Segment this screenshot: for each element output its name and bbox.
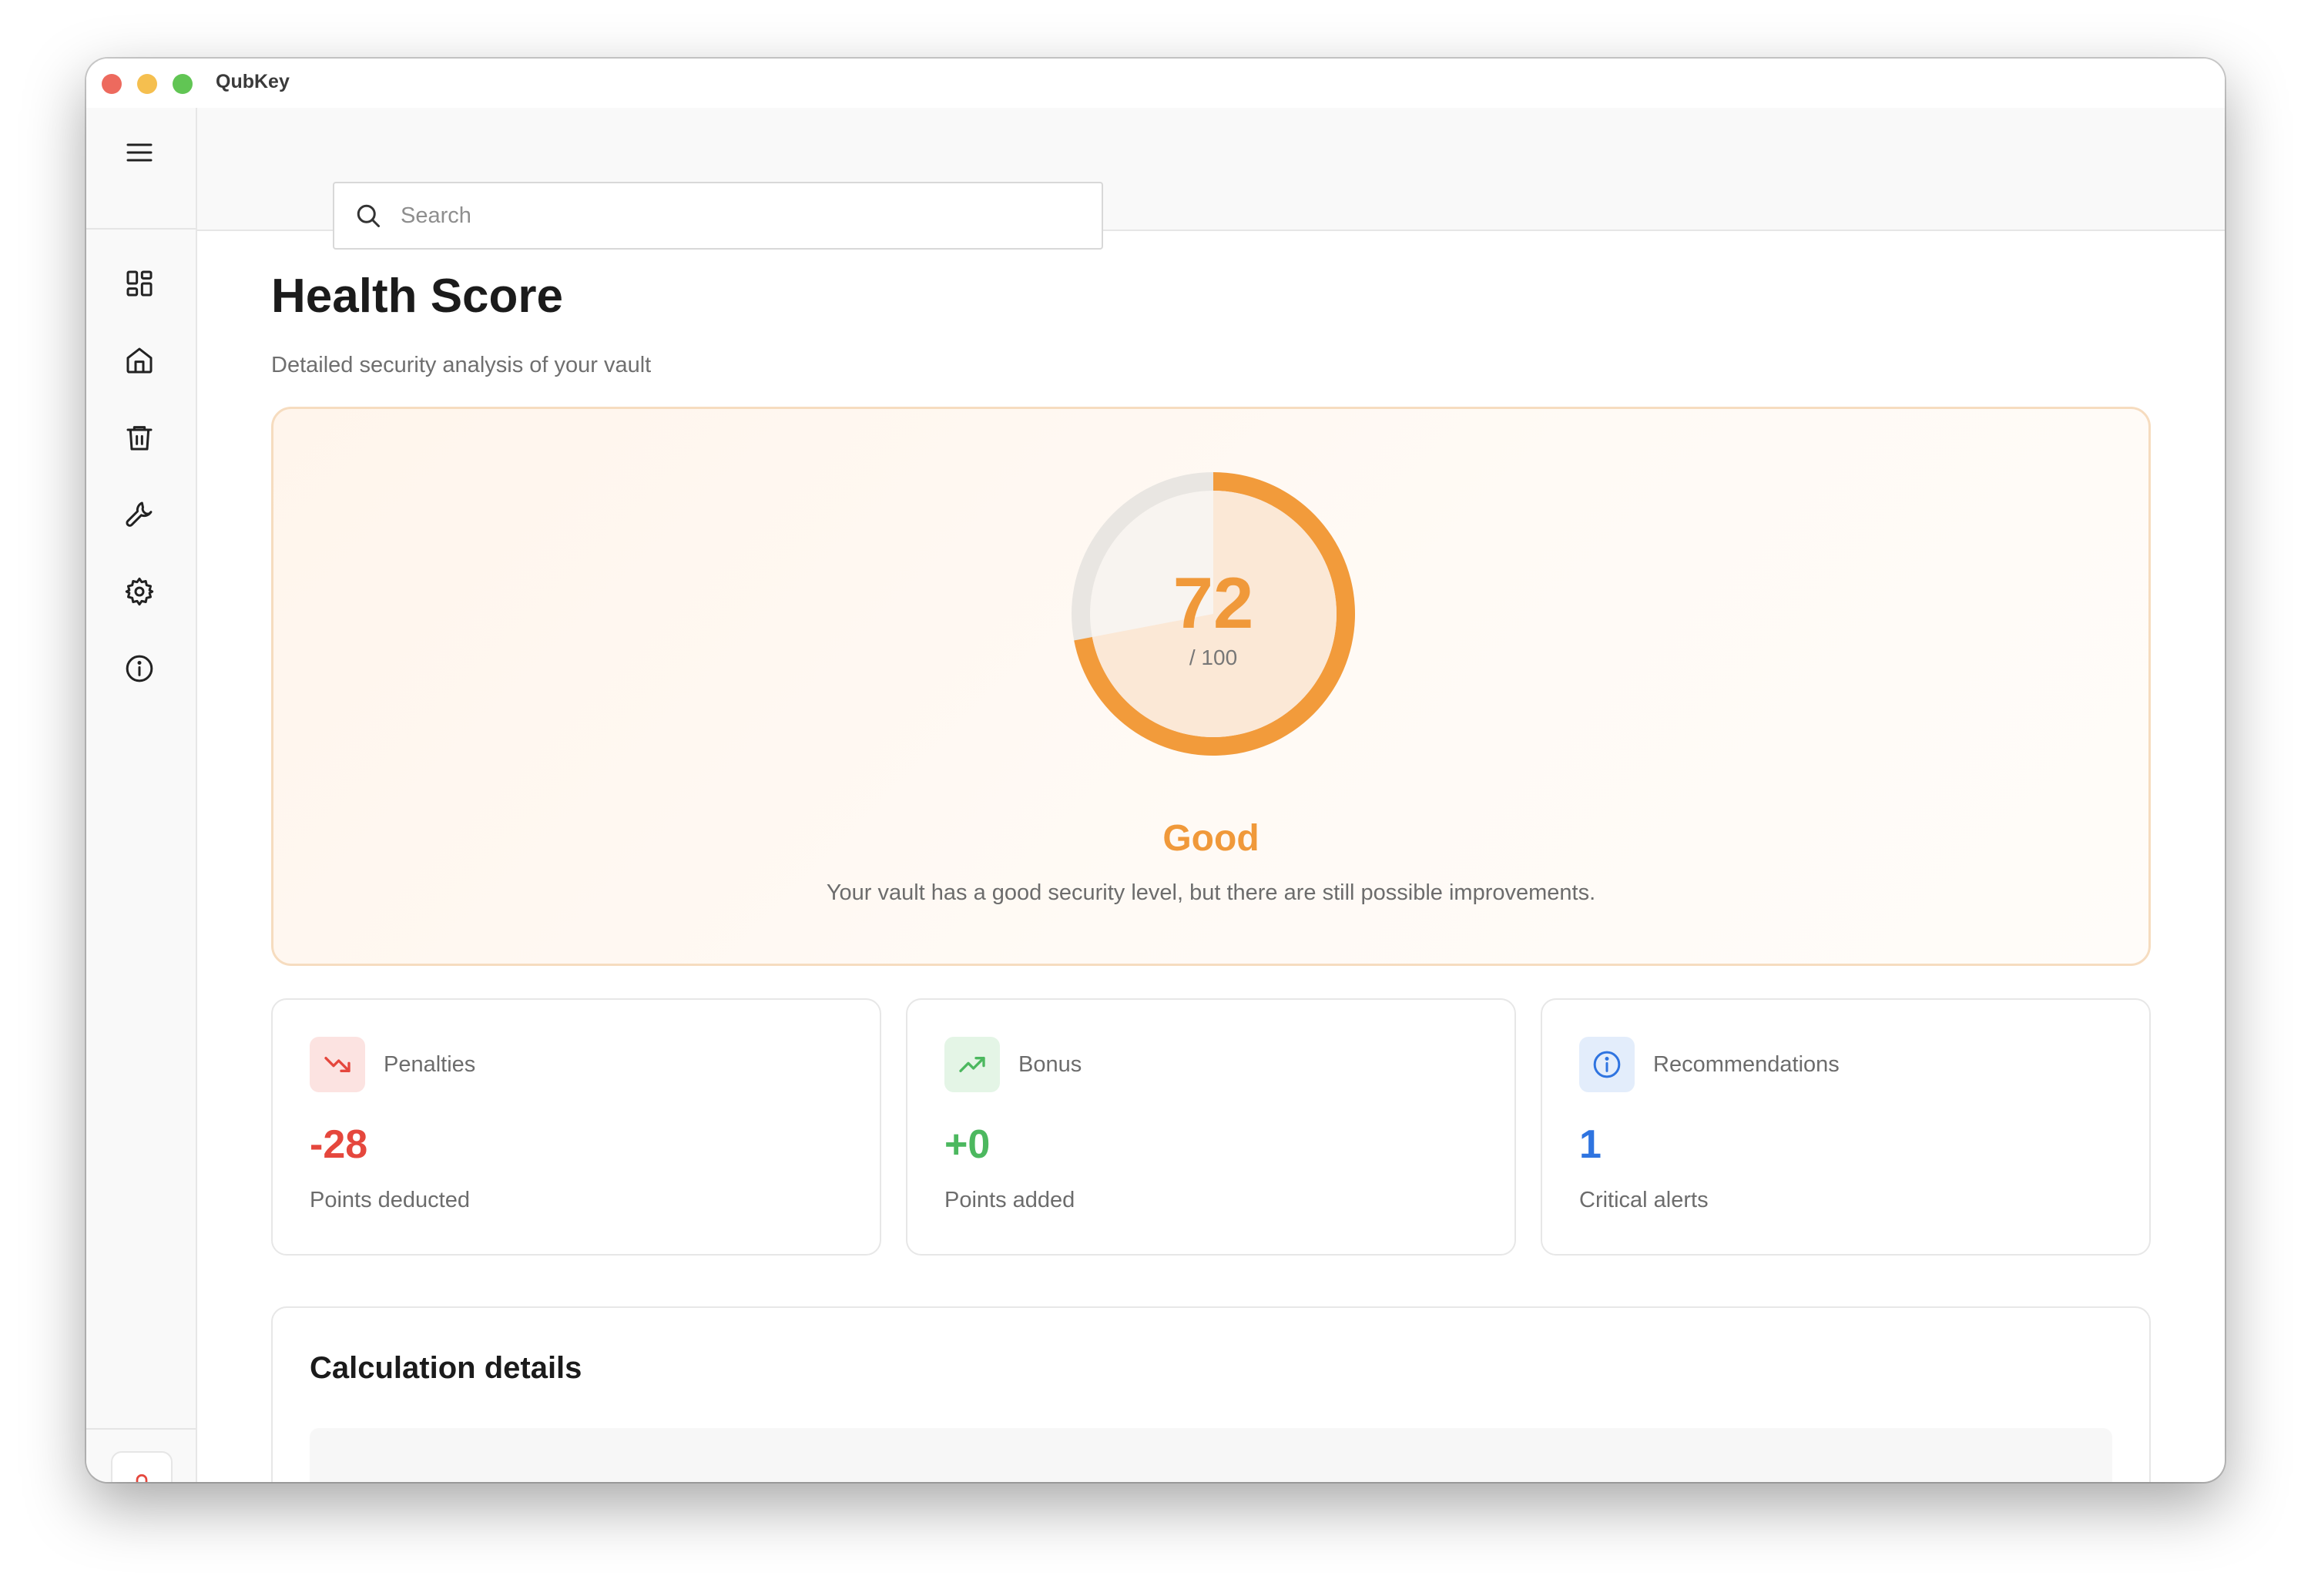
trash-icon[interactable] <box>122 421 156 454</box>
bonus-subtitle: Points added <box>944 1188 1075 1212</box>
minimize-window-button[interactable] <box>137 74 157 94</box>
health-score-card: 72 / 100 Good Your vault has a good secu… <box>271 407 2151 966</box>
app-window: QubKey Search Health Score Detailed secu… <box>86 59 2225 1482</box>
stat-icon-box <box>1579 1037 1635 1092</box>
lock-vault-button[interactable] <box>111 1451 173 1482</box>
score-description: Your vault has a good security level, bu… <box>826 880 1596 905</box>
recommendations-subtitle: Critical alerts <box>1579 1188 1709 1212</box>
score-gauge: 72 / 100 <box>1072 472 1356 756</box>
title-bar: QubKey <box>86 59 2225 108</box>
home-icon[interactable] <box>122 344 156 377</box>
zoom-window-button[interactable] <box>173 74 193 94</box>
recommendations-title: Recommendations <box>1653 1052 1840 1077</box>
penalties-subtitle: Points deducted <box>310 1188 470 1212</box>
recommendations-card: Recommendations 1 Critical alerts <box>1541 998 2151 1256</box>
bonus-title: Bonus <box>1018 1052 1082 1077</box>
recommendations-value: 1 <box>1579 1122 1602 1167</box>
score-label: Good <box>1162 818 1259 859</box>
search-input[interactable] <box>399 202 1080 230</box>
app-title: QubKey <box>216 71 290 92</box>
calculation-details-title: Calculation details <box>310 1351 582 1385</box>
score-value: 72 <box>1173 562 1254 643</box>
calculation-detail-row <box>310 1428 2112 1482</box>
penalties-card: Penalties -28 Points deducted <box>271 998 881 1256</box>
trending-down-icon <box>324 1057 351 1072</box>
sidebar-divider <box>86 1428 196 1430</box>
penalties-value: -28 <box>310 1122 368 1167</box>
score-max: / 100 <box>1189 645 1237 669</box>
top-bar <box>197 108 2225 250</box>
gear-icon[interactable] <box>122 575 156 609</box>
main-content: Health Score Detailed security analysis … <box>197 231 2225 1482</box>
sidebar-divider <box>86 228 196 230</box>
search-icon <box>357 204 380 227</box>
trending-up-icon <box>959 1057 985 1072</box>
menu-icon[interactable] <box>122 136 156 169</box>
stat-icon-box <box>944 1037 1000 1092</box>
close-window-button[interactable] <box>102 74 122 94</box>
page-title: Health Score <box>271 270 564 323</box>
bonus-card: Bonus +0 Points added <box>906 998 1516 1256</box>
dashboard-icon[interactable] <box>122 267 156 300</box>
penalties-title: Penalties <box>384 1052 476 1077</box>
lock-icon <box>136 1474 148 1482</box>
bonus-value: +0 <box>944 1122 991 1167</box>
info-icon[interactable] <box>122 652 156 686</box>
wrench-icon[interactable] <box>122 498 156 531</box>
page-subtitle: Detailed security analysis of your vault <box>271 353 652 377</box>
stat-icon-box <box>310 1037 365 1092</box>
sidebar <box>86 108 197 1482</box>
calculation-details-card: Calculation details <box>271 1306 2151 1482</box>
info-icon <box>1593 1051 1621 1078</box>
